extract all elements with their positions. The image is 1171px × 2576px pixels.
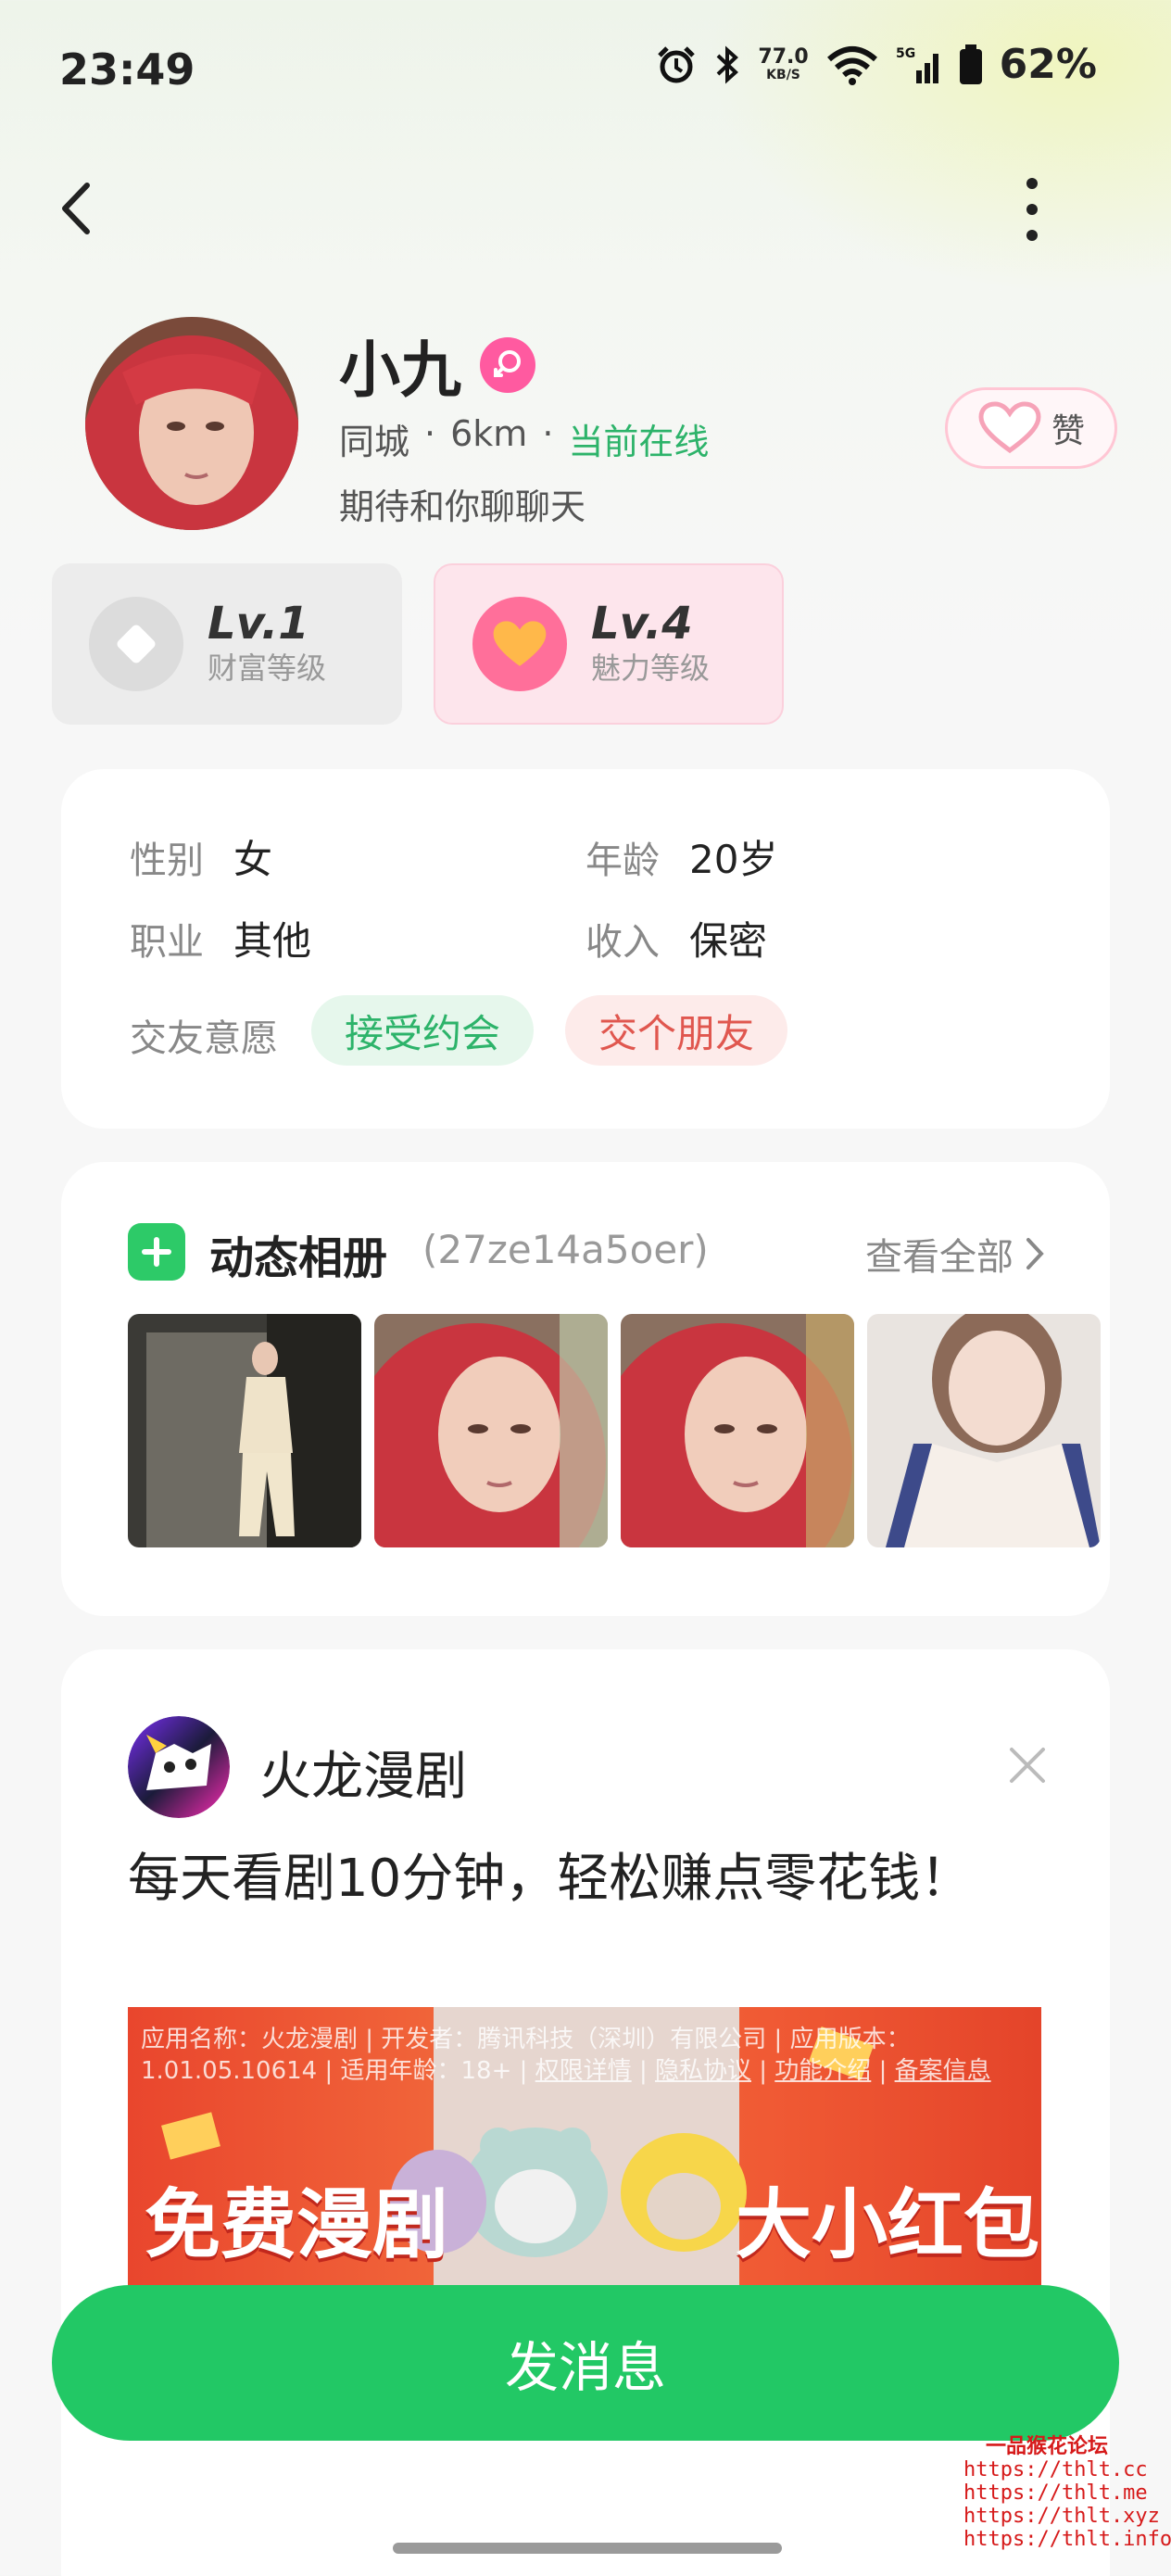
filing-link[interactable]: 备案信息 [895,2057,991,2085]
status-icons: 77.0 KB/S 5G 62% [656,41,1097,88]
distance-label: 6km [450,413,528,454]
like-button[interactable]: 赞 [945,387,1117,469]
female-gender-icon [480,337,535,393]
send-message-button[interactable]: 发消息 [52,2285,1119,2441]
age-value: 20岁 [689,837,778,882]
bluetooth-icon [717,45,739,83]
wealth-level-label: 财富等级 [208,650,327,686]
diamond-icon [89,597,183,691]
cellular-signal-icon: 5G [896,46,938,83]
intent-tag-dating: 接受约会 [311,995,534,1066]
intent-label: 交友意愿 [130,1017,278,1060]
wealth-level-value: Lv.1 [208,598,309,650]
chevron-right-icon [1026,1238,1044,1269]
status-bar: 23:49 77.0 KB/S 5G 62% [0,0,1171,139]
ad-headline: 每天看剧10分钟，轻松赚点零花钱！ [128,1849,973,1909]
name-row: 小九 [339,321,535,410]
intent-tag-friends: 交个朋友 [565,995,787,1066]
age-label: 年龄 [586,840,660,882]
network-speed: 77.0 KB/S [758,44,809,82]
basic-info-card: 性别 女 年龄 20岁 职业 其他 收入 保密 交友意愿 接受约会 交个朋友 [61,769,1110,1129]
ad-disclosure: 应用名称：火龙漫剧 | 开发者：腾讯科技（深圳）有限公司 | 应用版本：1.01… [141,2026,991,2085]
income-value: 保密 [689,918,768,964]
charm-level-card[interactable]: Lv.4 魅力等级 [434,563,784,725]
separator-dot: · [542,413,554,454]
add-icon[interactable] [128,1223,185,1281]
separator-dot: · [424,413,436,454]
watermark-title: 一品猴花论坛 [985,2435,1108,2458]
alarm-icon [658,45,696,82]
forum-watermark: 一品猴花论坛 https://thlt.cc https://thlt.me h… [963,2435,1171,2551]
view-all-label: 查看全部 [865,1236,1014,1279]
battery-icon [959,44,982,84]
wifi-icon [826,45,877,85]
charm-level-label: 魅力等级 [591,650,711,686]
features-link[interactable]: 功能介绍 [774,2057,871,2085]
album-title: 动态相册 [209,1232,388,1284]
view-all-link[interactable]: 查看全部 [865,1227,1045,1281]
back-icon[interactable] [52,176,107,241]
bio-text: 期待和你聊聊天 [339,486,586,527]
charm-level-value: Lv.4 [591,598,693,650]
wealth-level-card[interactable]: Lv.1 财富等级 [52,563,402,725]
album-user-id: (27ze14a5oer) [422,1227,709,1272]
banner-text-right: 大小红包 [736,2181,1040,2269]
app-logo-icon [128,1716,230,1818]
watermark-url: https://thlt.me [963,2481,1148,2505]
watermark-url: https://thlt.xyz [963,2505,1160,2528]
album-photo[interactable] [621,1314,854,1547]
close-icon[interactable] [1004,1742,1051,1788]
heart-outline-icon [978,401,1041,454]
photo-strip [128,1314,1101,1547]
online-status: 当前在线 [568,422,710,462]
album-card: 动态相册 (27ze14a5oer) 查看全部 [61,1162,1110,1616]
job-value: 其他 [233,918,312,964]
watermark-url: https://thlt.info [963,2528,1171,2551]
gender-value: 女 [233,837,273,882]
location-label: 同城 [339,422,410,462]
location-meta: 同城 · 6km · 当前在线 [339,413,709,464]
privacy-link[interactable]: 隐私协议 [655,2057,751,2085]
status-time: 23:49 [59,44,195,95]
svg-text:5G: 5G [896,46,915,61]
job-label: 职业 [130,921,204,964]
album-photo[interactable] [128,1314,361,1547]
album-photo[interactable] [867,1314,1101,1547]
watermark-url: https://thlt.cc [963,2458,1148,2481]
permissions-link[interactable]: 权限详情 [535,2057,632,2085]
more-options-icon[interactable] [1014,174,1051,248]
gender-label: 性别 [130,840,204,882]
banner-text-left: 免费漫剧 [145,2181,449,2269]
income-label: 收入 [586,921,660,964]
user-name: 小九 [339,335,461,406]
home-indicator[interactable] [393,2543,782,2554]
avatar[interactable] [85,317,298,530]
album-photo[interactable] [374,1314,608,1547]
heart-icon [472,597,567,691]
battery-percent: 62% [999,41,1097,88]
ad-app-name: 火龙漫剧 [259,1747,467,1807]
like-label: 赞 [1051,412,1085,450]
